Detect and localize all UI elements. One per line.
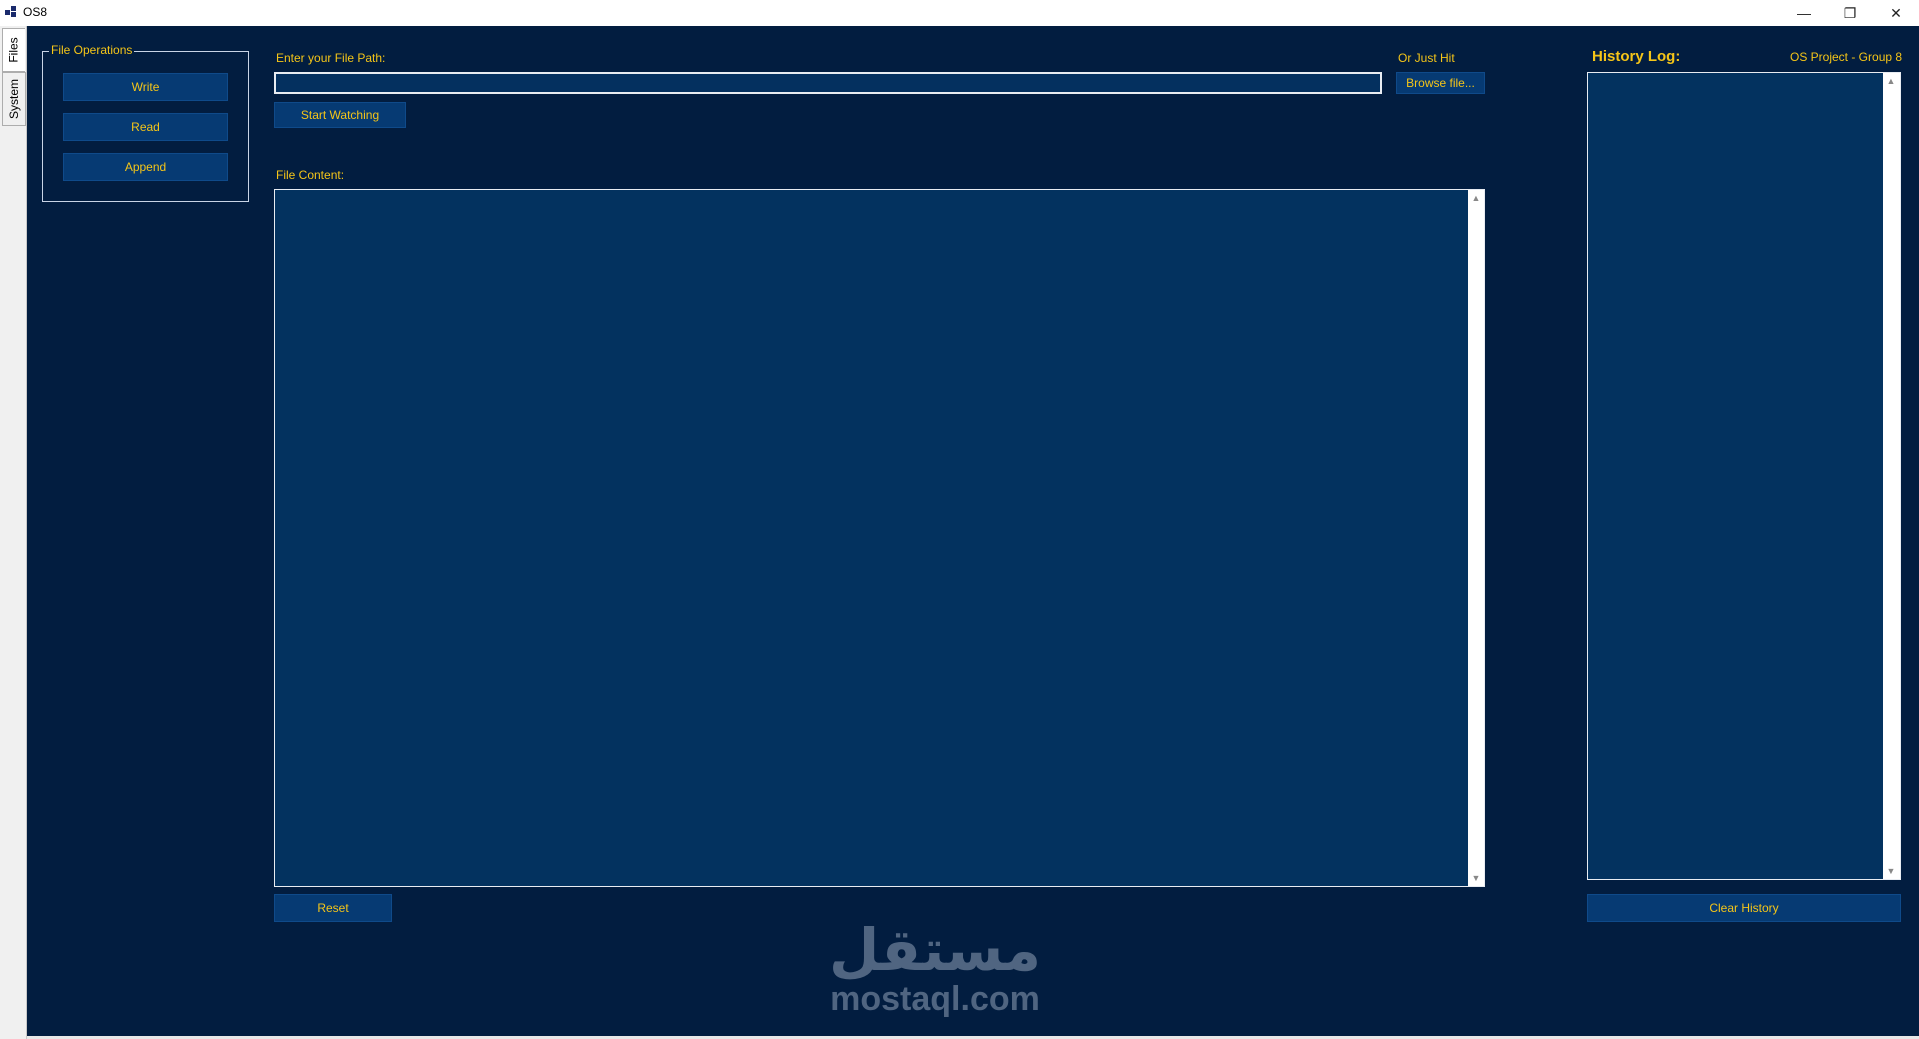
or-just-hit-label: Or Just Hit [1398,51,1455,65]
watermark-latin: mostaql.com [830,980,1040,1018]
main-panel: File Operations Write Read Append Enter … [27,26,1919,1039]
history-log-list[interactable]: ▲ ▼ [1587,72,1901,880]
tab-system[interactable]: System [2,72,26,126]
file-path-label: Enter your File Path: [276,51,386,65]
title-bar: OS8 — ❐ ✕ [0,0,1919,26]
tab-system-label: System [7,78,22,120]
browse-file-button[interactable]: Browse file... [1396,72,1485,94]
file-content-label: File Content: [276,168,345,182]
start-watching-button[interactable]: Start Watching [274,102,406,128]
app-icon [5,6,17,18]
minimize-icon: — [1797,5,1811,21]
window-title: OS8 [23,5,48,19]
watermark-logo: مستقل mostaql.com [815,919,1055,1017]
scroll-up-icon[interactable]: ▲ [1468,191,1484,205]
read-button[interactable]: Read [63,113,228,141]
clear-history-button[interactable]: Clear History [1587,894,1901,922]
history-log-title: History Log: [1592,48,1681,65]
history-scrollbar[interactable]: ▲ ▼ [1883,73,1900,879]
file-content-textarea[interactable]: ▲ ▼ [274,189,1485,887]
scroll-down-icon[interactable]: ▼ [1468,871,1484,885]
append-button[interactable]: Append [63,153,228,181]
history-scroll-down-icon[interactable]: ▼ [1883,864,1899,878]
minimize-button[interactable]: — [1781,0,1827,26]
tab-files[interactable]: Files [2,28,25,72]
reset-button[interactable]: Reset [274,894,392,922]
restore-icon: ❐ [1843,4,1857,21]
project-group-label: OS Project - Group 8 [1790,50,1903,64]
watermark-arabic: مستقل [828,916,1042,984]
file-operations-title: File Operations [49,43,135,57]
tab-strip: Files System [0,26,27,1039]
file-path-input[interactable] [274,72,1382,94]
restore-button[interactable]: ❐ [1827,0,1873,26]
history-scroll-up-icon[interactable]: ▲ [1883,74,1899,88]
write-button[interactable]: Write [63,73,228,101]
close-button[interactable]: ✕ [1873,0,1919,26]
tab-files-label: Files [7,37,21,63]
file-content-scrollbar[interactable]: ▲ ▼ [1468,190,1484,886]
close-icon: ✕ [1890,4,1902,21]
file-operations-group: File Operations Write Read Append [42,43,249,202]
